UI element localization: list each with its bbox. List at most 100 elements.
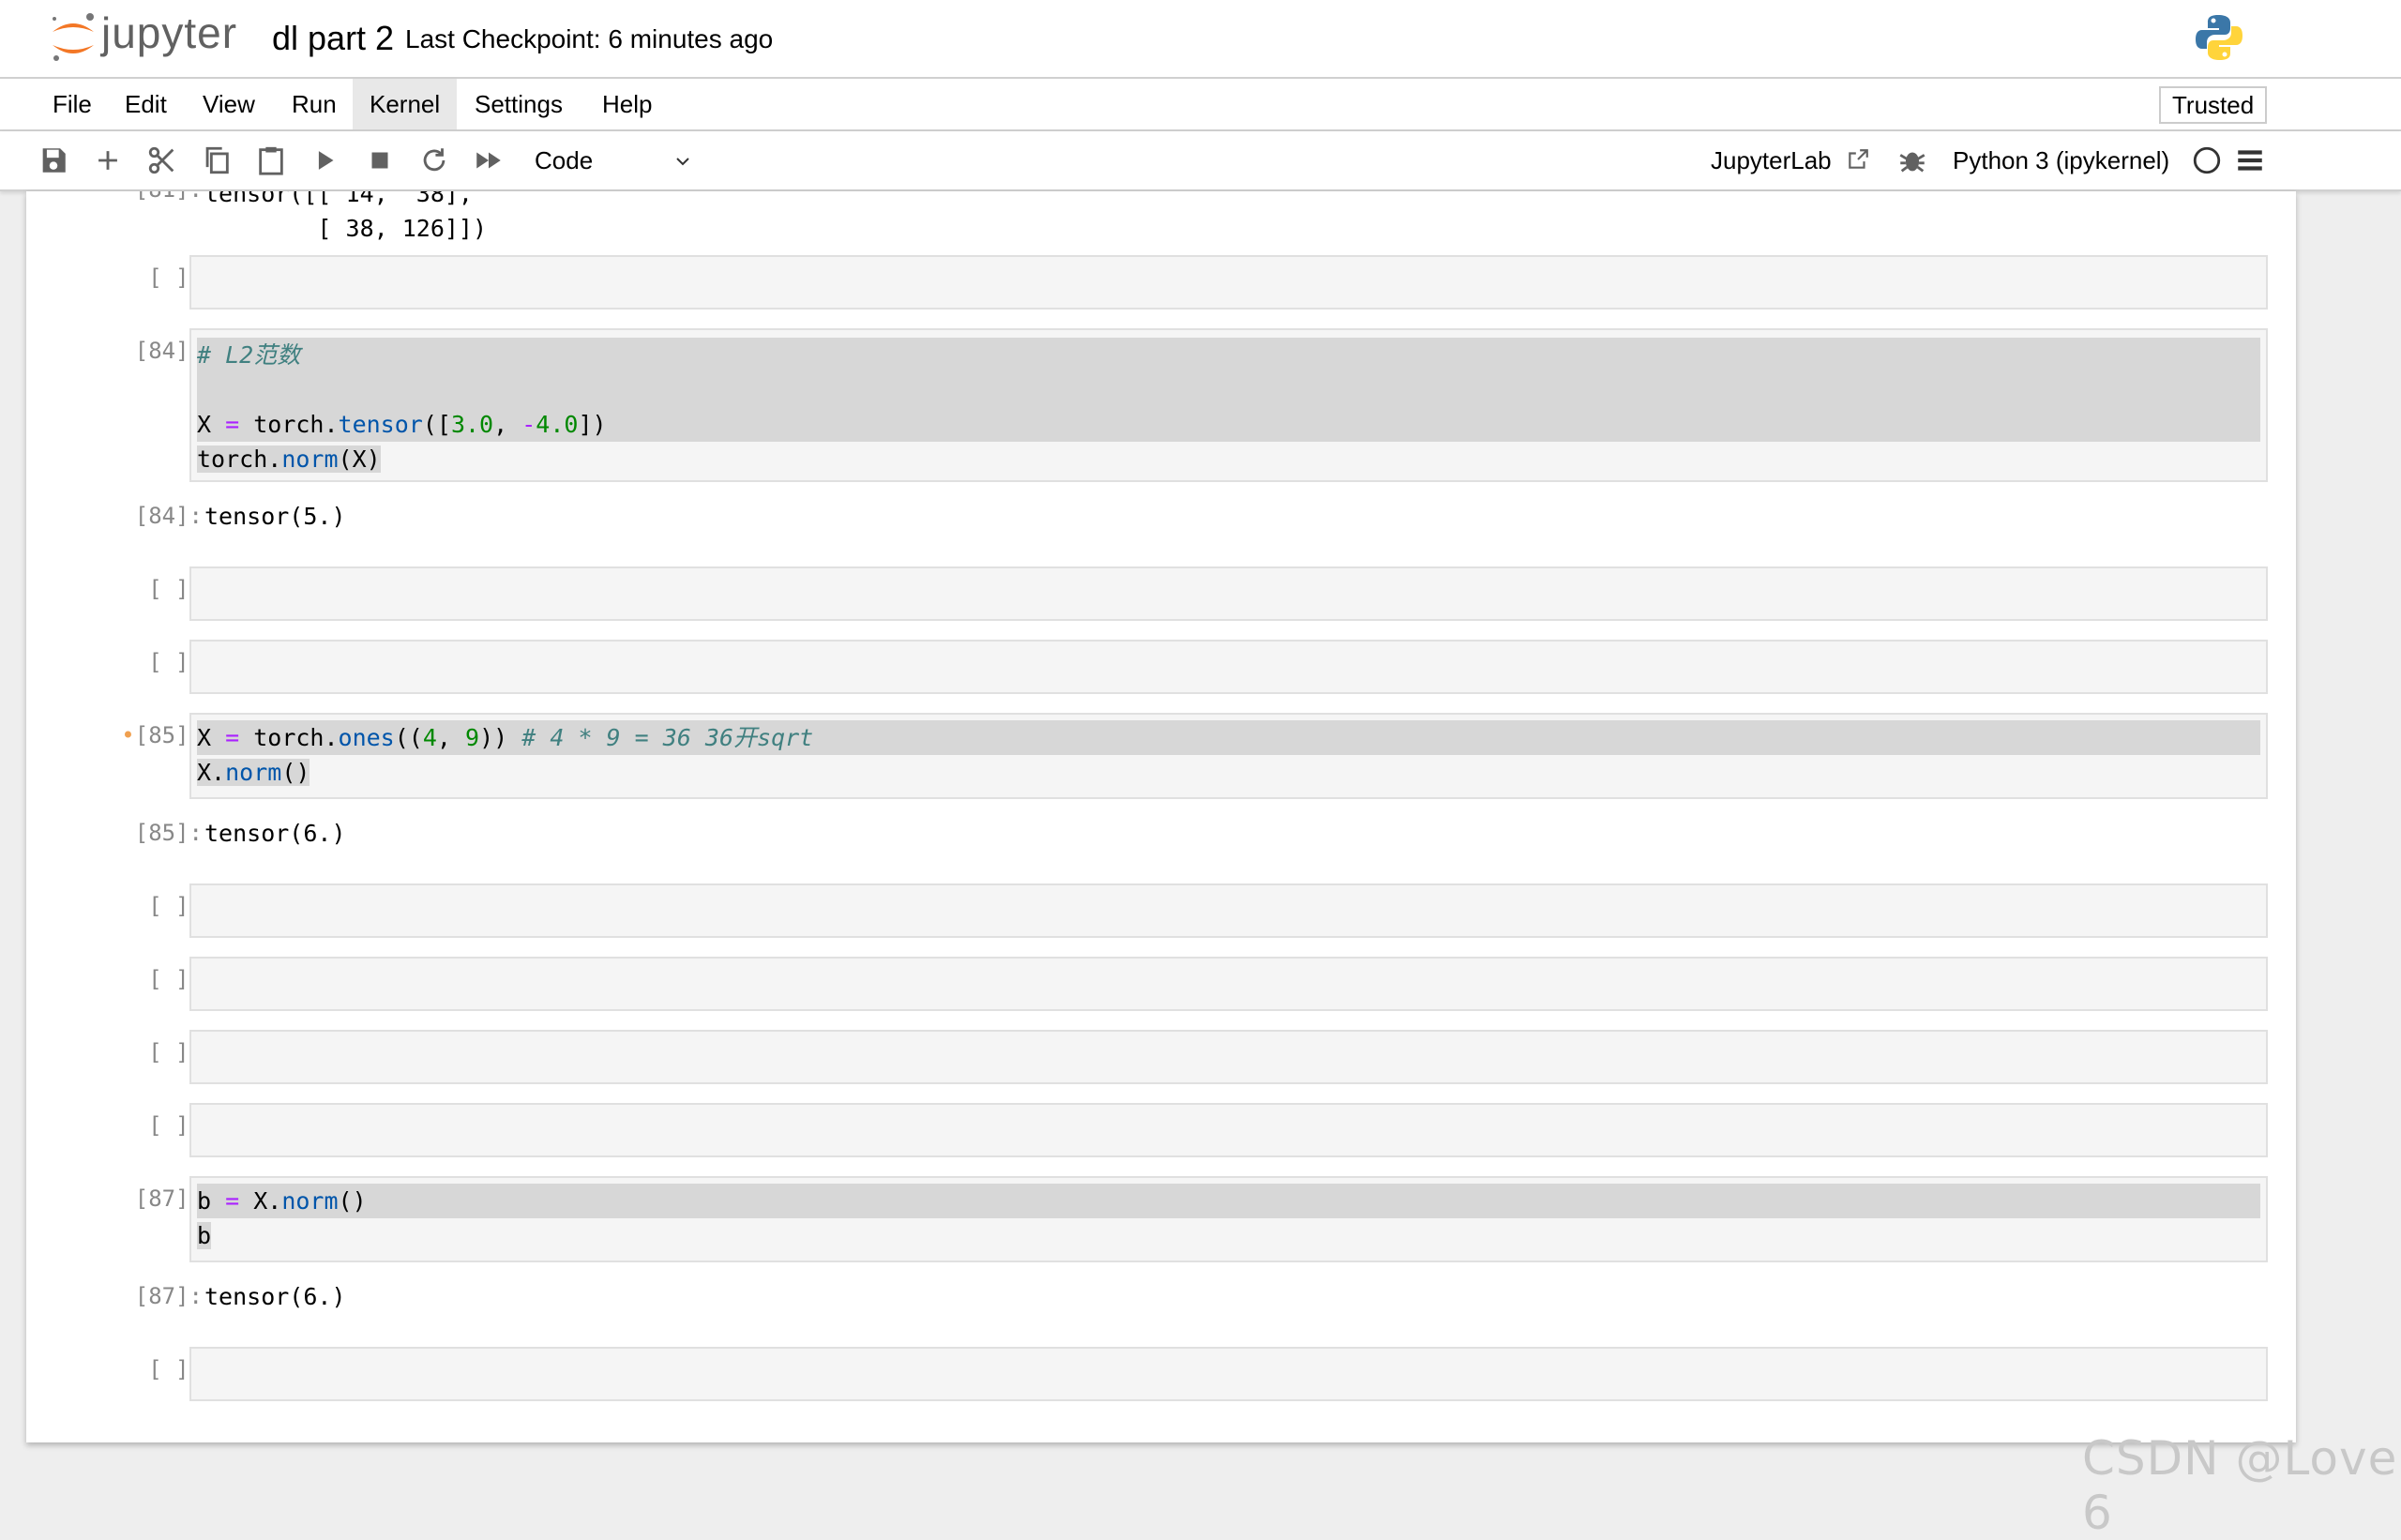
code-cell-87[interactable]: b = X.norm() b	[189, 1176, 2268, 1262]
code-token: 4	[422, 724, 437, 751]
output-prompt: [81]:	[79, 191, 203, 203]
code-token: =	[225, 411, 240, 438]
menu-kernel[interactable]: Kernel	[353, 79, 458, 129]
code-token: -	[521, 411, 536, 438]
notebook-title[interactable]: dl part 2	[272, 19, 394, 58]
code-token: X.	[197, 759, 226, 786]
save-icon[interactable]	[38, 144, 69, 176]
code-token: ()	[281, 759, 310, 786]
menu-settings[interactable]: Settings	[458, 79, 580, 129]
code-token: ,	[493, 411, 522, 438]
cell-type-label: Code	[535, 146, 594, 174]
notebook-panel[interactable]: [81]: tensor([[ 14, 38], [ 38, 126]]) [ …	[26, 191, 2296, 1442]
code-token: ,	[436, 724, 466, 751]
watermark: CSDN @Love 6	[2082, 1431, 2398, 1540]
kernel-name[interactable]: Python 3 (ipykernel)	[1953, 144, 2169, 176]
menu-view[interactable]: View	[186, 79, 272, 129]
code-token: b	[197, 1222, 212, 1249]
code-cell-empty[interactable]	[189, 957, 2268, 1011]
code-token: ])	[578, 411, 607, 438]
add-icon[interactable]	[92, 144, 124, 176]
code-token: X.	[239, 1187, 282, 1215]
input-prompt: [84]:	[134, 338, 203, 364]
restart-icon[interactable]	[418, 144, 450, 176]
code-token: 4.0	[536, 411, 579, 438]
code-token: torch.	[239, 411, 339, 438]
code-token: 9	[465, 724, 480, 751]
input-prompt: [ ]:	[148, 893, 203, 919]
menu-edit[interactable]: Edit	[108, 79, 184, 129]
output-text: tensor(5.)	[204, 503, 346, 530]
input-prompt: [87]:	[134, 1185, 203, 1212]
unsaved-dot: •	[121, 722, 135, 748]
code-token: ([	[422, 411, 451, 438]
menu-help[interactable]: Help	[585, 79, 669, 129]
copy-icon[interactable]	[201, 144, 233, 176]
checkpoint-status: Last Checkpoint: 6 minutes ago	[405, 24, 774, 53]
code-comment: # 4 * 9 = 36 36开sqrt	[521, 724, 814, 751]
output-prompt: [87]:	[134, 1283, 203, 1309]
code-token: ones	[338, 724, 395, 751]
code-token: torch.	[239, 724, 339, 751]
code-cell-85[interactable]: X = torch.ones((4, 9)) # 4 * 9 = 36 36开s…	[189, 713, 2268, 799]
trusted-indicator[interactable]: Trusted	[2159, 86, 2268, 124]
menu-run[interactable]: Run	[275, 79, 354, 129]
input-prompt: •[85]:	[79, 722, 203, 748]
code-cell-empty[interactable]	[189, 566, 2268, 621]
cut-icon[interactable]	[146, 144, 178, 176]
code-token: norm	[225, 759, 282, 786]
code-cell-empty[interactable]	[189, 640, 2268, 694]
code-token: X	[197, 411, 226, 438]
fast-forward-icon[interactable]	[473, 144, 505, 176]
chevron-down-icon	[676, 158, 689, 166]
code-token: =	[225, 1187, 240, 1215]
code-token: X	[197, 724, 226, 751]
code-cell-empty[interactable]	[189, 1030, 2268, 1084]
top-header: jupyter dl part 2 Last Checkpoint: 6 min…	[0, 0, 2401, 79]
output-prompt: [85]:	[134, 820, 203, 846]
code-cell-empty[interactable]	[189, 883, 2268, 938]
code-token: tensor	[338, 411, 423, 438]
output-text: tensor([[ 14, 38], [ 38, 126]])	[204, 191, 488, 242]
code-token: 3.0	[450, 411, 494, 438]
jupyter-logo-icon	[53, 13, 94, 61]
menu-bar: File Edit View Run Kernel Settings Help …	[0, 79, 2401, 131]
output-prompt: [84]:	[134, 503, 203, 529]
input-prompt: [ ]:	[148, 264, 203, 291]
code-token: norm	[281, 1187, 339, 1215]
paste-icon[interactable]	[255, 144, 287, 176]
code-token: norm	[281, 445, 339, 473]
code-cell-empty[interactable]	[189, 1347, 2268, 1401]
stop-icon[interactable]	[364, 144, 396, 176]
code-token: ))	[479, 724, 522, 751]
jupyterlab-link[interactable]: JupyterLab	[1711, 144, 1870, 176]
code-token: torch.	[197, 445, 282, 473]
bug-icon[interactable]	[1896, 144, 1928, 176]
menu-icon[interactable]	[2234, 144, 2266, 176]
jupyter-brand[interactable]: jupyter	[101, 8, 237, 58]
run-icon[interactable]	[310, 144, 341, 176]
input-prompt: [ ]:	[148, 1039, 203, 1065]
input-prompt: [ ]:	[148, 966, 203, 992]
output-text: tensor(6.)	[204, 1283, 346, 1310]
kernel-status-icon	[2193, 146, 2221, 174]
code-cell-84[interactable]: # L2范数 X = torch.tensor([3.0, -4.0]) torc…	[189, 328, 2268, 482]
code-token: ()	[338, 1187, 367, 1215]
input-prompt: [ ]:	[148, 1356, 203, 1382]
jupyterlab-link-label: JupyterLab	[1711, 146, 1832, 174]
input-prompt: [ ]:	[148, 1112, 203, 1139]
output-text: tensor(6.)	[204, 820, 346, 847]
code-cell-empty[interactable]	[189, 1103, 2268, 1157]
cell-type-select[interactable]: Code	[535, 144, 700, 176]
code-token: (X)	[338, 445, 381, 473]
code-token: =	[225, 724, 240, 751]
code-token: b	[197, 1187, 226, 1215]
code-editor[interactable]: # L2范数 X = torch.tensor([3.0, -4.0]) torc…	[197, 338, 2260, 476]
notebook-toolbar: Code JupyterLab Python 3 (ipykernel)	[0, 131, 2401, 191]
menu-file[interactable]: File	[36, 79, 109, 129]
code-editor[interactable]: X = torch.ones((4, 9)) # 4 * 9 = 36 36开s…	[197, 720, 2260, 790]
code-token: ((	[394, 724, 423, 751]
input-prompt: [ ]:	[148, 576, 203, 602]
code-editor[interactable]: b = X.norm() b	[197, 1184, 2260, 1253]
code-cell-empty[interactable]	[189, 255, 2268, 310]
